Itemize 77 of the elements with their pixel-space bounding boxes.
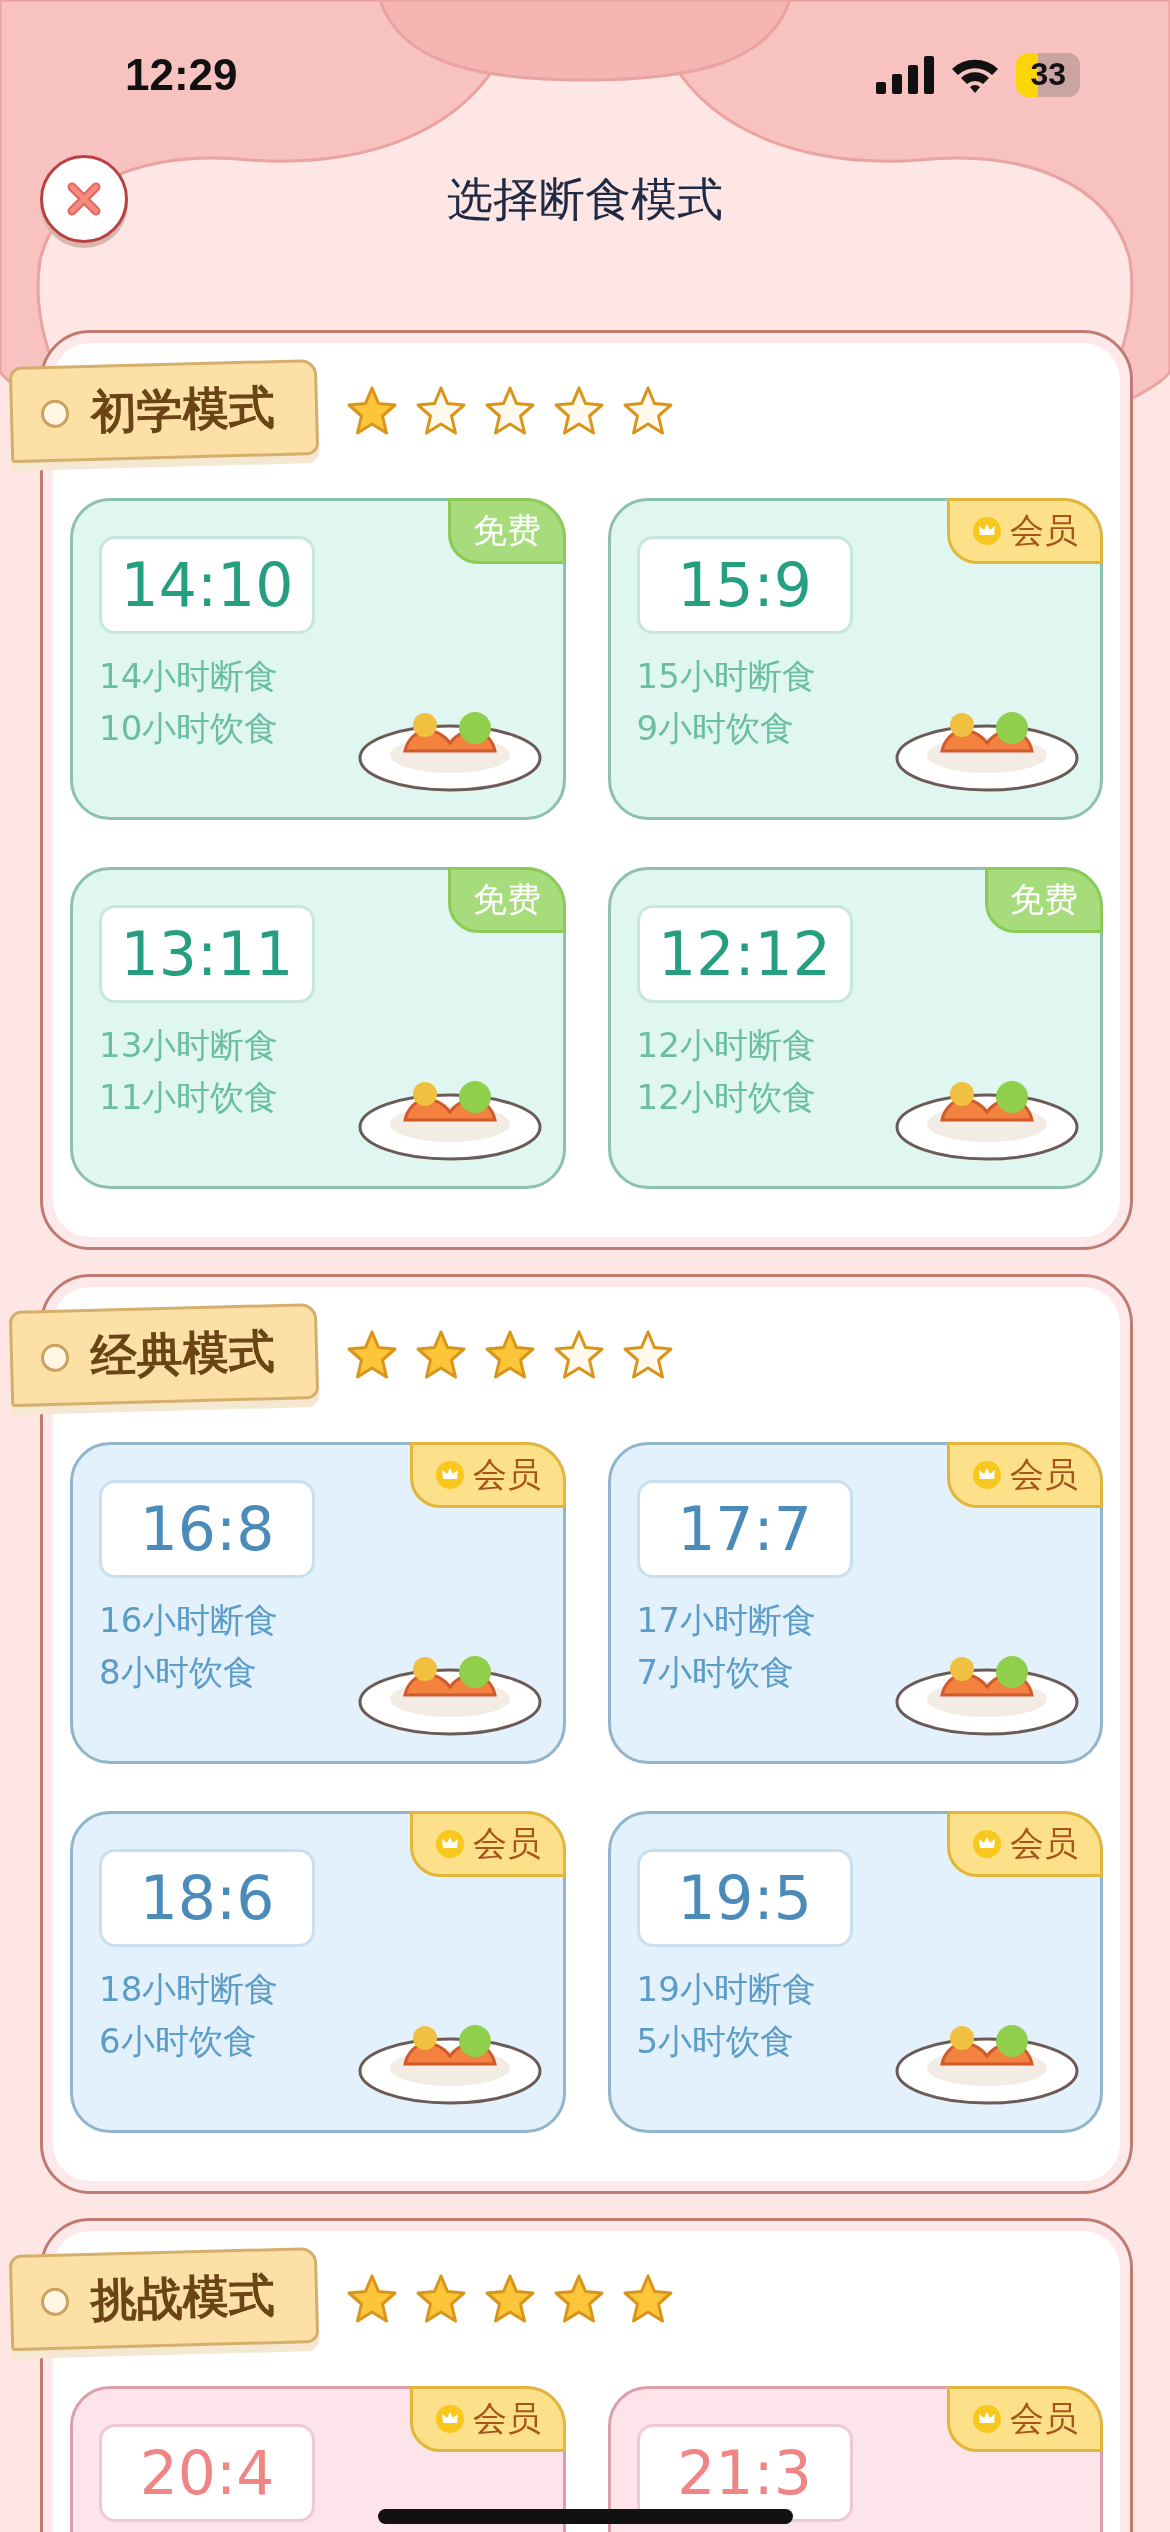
eating-hours: 11小时饮食 <box>99 1076 279 1119</box>
badge-label: 会员 <box>472 2397 541 2440</box>
plan-ratio: 14:10 <box>120 550 294 620</box>
crown-icon <box>972 516 1002 546</box>
fasting-hours: 19小时断食 <box>636 1968 816 2011</box>
ring-icon <box>40 1343 70 1373</box>
crown-icon <box>434 1460 465 1490</box>
plan-ratio: 17:7 <box>677 1494 812 1564</box>
plan-ratio: 13:11 <box>120 919 294 989</box>
badge-label: 免费 <box>472 509 541 552</box>
eating-hours: 6小时饮食 <box>99 2020 257 2063</box>
fasting-hours: 12小时断食 <box>636 1024 816 1067</box>
plan-card[interactable]: 会员 16:8 16小时断食 8小时饮食 <box>70 1442 566 1764</box>
plan-card[interactable]: 会员 21:3 <box>607 2386 1103 2532</box>
star-icon <box>415 1330 467 1380</box>
star-icon <box>484 386 536 436</box>
mode-title: 挑战模式 <box>90 2267 276 2329</box>
fasting-hours: 18小时断食 <box>99 1968 279 2011</box>
crown-icon <box>972 1829 1002 1859</box>
star-icon <box>622 2274 674 2324</box>
star-icon <box>553 386 605 436</box>
star-icon <box>415 386 467 436</box>
plan-card[interactable]: 会员 20:4 <box>70 2386 566 2532</box>
ring-icon <box>40 399 70 429</box>
plan-card[interactable]: 免费 14:10 14小时断食 10小时饮食 <box>70 498 566 820</box>
plan-ratio: 12:12 <box>658 919 831 989</box>
star-icon <box>346 1330 398 1380</box>
star-icon <box>553 2274 605 2324</box>
fasting-hours: 15小时断食 <box>636 655 816 698</box>
eating-hours: 9小时饮食 <box>636 707 795 750</box>
badge-label: 会员 <box>1010 2397 1078 2440</box>
star-icon <box>622 1330 674 1380</box>
plan-ratio: 21:3 <box>677 2438 812 2508</box>
fasting-hours: 14小时断食 <box>99 655 279 698</box>
eating-hours: 7小时饮食 <box>636 1651 795 1694</box>
badge-label: 会员 <box>472 1822 541 1865</box>
plan-ratio: 20:4 <box>139 2438 275 2508</box>
mode-title: 初学模式 <box>90 379 276 441</box>
eating-hours: 10小时饮食 <box>99 707 279 750</box>
badge-label: 会员 <box>472 1453 541 1496</box>
plan-ratio: 16:8 <box>139 1494 275 1564</box>
eating-hours: 12小时饮食 <box>636 1076 816 1119</box>
star-icon <box>553 1330 605 1380</box>
crown-icon <box>972 2404 1002 2434</box>
crown-icon <box>434 2404 465 2434</box>
ring-icon <box>40 2287 70 2317</box>
badge-label: 会员 <box>1010 1453 1078 1496</box>
badge-label: 免费 <box>472 878 541 921</box>
star-icon <box>415 2274 467 2324</box>
star-icon <box>622 386 674 436</box>
plan-ratio: 19:5 <box>677 1863 812 1933</box>
eating-hours: 8小时饮食 <box>99 1651 257 1694</box>
crown-icon <box>434 1829 465 1859</box>
plan-card[interactable]: 会员 17:7 17小时断食 7小时饮食 <box>607 1442 1103 1764</box>
page-title: 选择断食模式 <box>447 171 723 228</box>
eating-hours: 5小时饮食 <box>636 2020 795 2063</box>
plan-card[interactable]: 免费 13:11 13小时断食 11小时饮食 <box>70 867 566 1189</box>
signal-icon <box>876 56 935 94</box>
fasting-hours: 17小时断食 <box>636 1599 816 1642</box>
mode-title: 经典模式 <box>90 1323 276 1385</box>
star-icon <box>484 2274 536 2324</box>
star-icon <box>484 1330 536 1380</box>
badge-label: 会员 <box>1010 509 1078 552</box>
badge-label: 会员 <box>1010 1822 1078 1865</box>
crown-icon <box>972 1460 1002 1490</box>
badge-label: 免费 <box>1010 878 1078 921</box>
plan-card[interactable]: 会员 18:6 18小时断食 6小时饮食 <box>70 1811 566 2133</box>
plan-card[interactable]: 会员 15:9 15小时断食 9小时饮食 <box>607 498 1103 820</box>
plan-card[interactable]: 会员 19:5 19小时断食 5小时饮食 <box>607 1811 1103 2133</box>
fasting-hours: 16小时断食 <box>99 1599 279 1642</box>
star-icon <box>346 386 398 436</box>
plan-ratio: 15:9 <box>677 550 812 620</box>
plan-ratio: 18:6 <box>139 1863 275 1933</box>
status-time: 12:29 <box>125 50 238 100</box>
fasting-hours: 13小时断食 <box>99 1024 279 1067</box>
plan-card[interactable]: 免费 12:12 12小时断食 12小时饮食 <box>607 867 1103 1189</box>
star-icon <box>346 2274 398 2324</box>
